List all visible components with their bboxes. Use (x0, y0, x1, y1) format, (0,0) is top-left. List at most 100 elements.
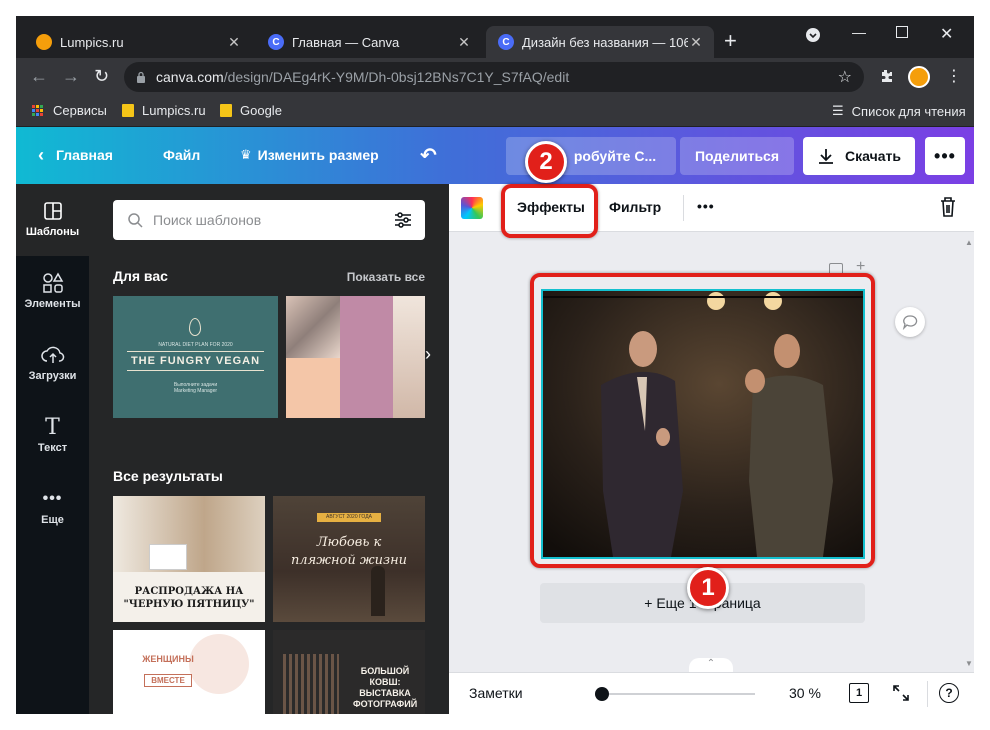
bookmark-label: Google (240, 103, 282, 118)
trash-icon[interactable] (939, 196, 957, 221)
help-button[interactable]: ? (939, 683, 959, 703)
sidebar-item-label: Текст (37, 442, 68, 454)
bookmark-google[interactable]: Google (220, 103, 282, 118)
reading-list-button[interactable]: ☰ Список для чтения (832, 103, 966, 119)
bookmark-label: Lumpics.ru (142, 103, 206, 118)
close-icon[interactable]: ✕ (688, 34, 704, 51)
vegan-sub-text: Выполните задачи Marketing Manager (173, 382, 218, 394)
lumpics-favicon-icon (36, 34, 52, 50)
carousel-next-icon[interactable]: › (425, 344, 431, 365)
extensions-icon[interactable] (878, 68, 894, 88)
lock-icon (137, 71, 145, 83)
template-search-input[interactable]: Поиск шаблонов (113, 200, 425, 240)
vegan-title-wrap: THE FUNGRY VEGAN (113, 351, 278, 371)
minimize-button[interactable]: — (852, 24, 866, 40)
reload-icon[interactable]: ↻ (94, 66, 109, 86)
sidebar-item-label: Шаблоны (25, 226, 80, 238)
sidebar-item-label: Еще (41, 514, 64, 526)
sidebar-item-more[interactable]: ••• Еще (16, 472, 89, 544)
profile-avatar[interactable] (908, 66, 930, 88)
text-icon: T (45, 414, 60, 440)
page-count-button[interactable]: 1 (849, 683, 869, 703)
close-icon[interactable]: ✕ (456, 34, 472, 51)
editor-scrollbar[interactable]: ▲ ▼ (965, 238, 973, 668)
address-bar[interactable]: canva.com/design/DAEg4rK-Y9M/Dh-0bsj12BN… (124, 62, 864, 92)
try-pro-label: робуйте С... (573, 148, 657, 164)
expand-pages-button[interactable]: ⌃ (689, 658, 733, 672)
zoom-slider-track[interactable] (595, 693, 755, 695)
scroll-up-icon[interactable]: ▲ (965, 238, 973, 247)
undo-icon[interactable]: ↶ (420, 143, 437, 168)
sidebar-item-uploads[interactable]: Загрузки (16, 328, 89, 400)
filter-sliders-icon[interactable] (393, 211, 413, 229)
bottom-divider (927, 681, 928, 707)
vegan-small-text: NATURAL DIET PLAN FOR 2020 (158, 342, 233, 348)
annotation-box-image (530, 273, 875, 568)
template-thumb-collage[interactable] (286, 296, 425, 418)
template-thumb-black-friday[interactable]: РАСПРОДАЖА НА "ЧЕРНУЮ ПЯТНИЦУ" (113, 496, 265, 622)
filter-button[interactable]: Фильтр (609, 199, 661, 215)
bookmark-label: Сервисы (53, 103, 107, 118)
close-icon[interactable]: ✕ (226, 34, 242, 51)
tab-lumpics[interactable]: Lumpics.ru ✕ (24, 26, 252, 58)
notes-button[interactable]: Заметки (469, 685, 523, 701)
sidebar-item-label: Загрузки (28, 370, 77, 382)
forward-arrow-icon[interactable]: → (62, 66, 80, 86)
template-thumb-women[interactable]: ЖЕНЩИНЫ ВМЕСТЕ (113, 630, 265, 714)
home-link[interactable]: ‹ Главная (38, 146, 113, 164)
file-label: Файл (163, 147, 201, 163)
collage-next-photo (393, 296, 425, 418)
share-button[interactable]: Поделиться (680, 137, 794, 175)
tab-strip: Lumpics.ru ✕ C Главная — Canva ✕ C Дизай… (16, 16, 974, 58)
all-results-heading: Все результаты (113, 468, 223, 484)
banana-icon (189, 318, 201, 336)
tab-canva-home[interactable]: C Главная — Canva ✕ (256, 26, 482, 58)
browser-window: Lumpics.ru ✕ C Главная — Canva ✕ C Дизай… (16, 16, 974, 714)
maximize-button[interactable] (896, 26, 908, 38)
folder-icon (220, 104, 232, 117)
collage-photo (286, 296, 340, 358)
browser-menu-icon[interactable]: ⋮ (946, 66, 962, 86)
scroll-down-icon[interactable]: ▼ (965, 659, 973, 668)
download-button[interactable]: Скачать (803, 137, 915, 175)
more-options-button[interactable]: ••• (925, 137, 965, 175)
fullscreen-icon[interactable] (891, 683, 911, 706)
tab-title: Lumpics.ru (60, 34, 124, 50)
folder-icon (122, 104, 134, 117)
layout-icon (16, 200, 89, 222)
beach-love-title: Любовь к пляжной жизни (290, 535, 408, 568)
sidebar-item-elements[interactable]: Элементы (16, 256, 89, 328)
black-friday-line1: РАСПРОДАЖА НА (134, 586, 244, 597)
template-thumb-vegan[interactable]: NATURAL DIET PLAN FOR 2020 THE FUNGRY VE… (113, 296, 278, 418)
color-picker-icon[interactable] (461, 197, 483, 219)
resize-button[interactable]: ♛ Изменить размер (240, 147, 379, 163)
file-menu[interactable]: Файл (163, 147, 200, 163)
download-label: Скачать (845, 148, 901, 164)
women-line1: ЖЕНЩИНЫ (142, 654, 194, 664)
new-tab-button[interactable]: + (724, 30, 737, 52)
bookmarks-bar: Сервисы Lumpics.ru Google ☰ Список для ч… (16, 96, 974, 126)
zoom-slider-knob[interactable] (594, 687, 609, 701)
template-thumb-expo[interactable]: БОЛЬШОЙ КОВШ: ВЫСТАВКА ФОТОГРАФИЙ (273, 630, 425, 714)
share-label: Поделиться (694, 148, 780, 164)
tab-title: Дизайн без названия — 1066 (522, 34, 688, 50)
add-comment-button[interactable] (895, 307, 925, 337)
more-label: ••• (934, 145, 956, 166)
bookmark-services[interactable]: Сервисы (32, 103, 107, 118)
tab-design[interactable]: C Дизайн без названия — 1066 ✕ (486, 26, 714, 58)
show-all-link[interactable]: Показать все (347, 270, 425, 284)
more-tools-button[interactable]: ••• (697, 198, 715, 214)
sidebar-item-text[interactable]: T Текст (16, 400, 89, 472)
bookmark-star-icon[interactable]: ☆ (838, 67, 852, 87)
sidebar-item-templates[interactable]: Шаблоны (16, 184, 89, 256)
zoom-value[interactable]: 30 % (789, 685, 821, 701)
tab-search-button[interactable] (806, 28, 820, 42)
collage-column (340, 296, 393, 418)
bookmark-lumpics[interactable]: Lumpics.ru (122, 103, 206, 118)
back-arrow-icon[interactable]: ← (30, 66, 48, 86)
toolbar-divider (683, 195, 684, 221)
apps-grid-icon (32, 105, 43, 116)
close-window-button[interactable]: ✕ (940, 24, 953, 44)
template-thumb-beach-love[interactable]: АВГУСТ 2020 ГОДА Любовь к пляжной жизни (273, 496, 425, 622)
black-friday-line2: "ЧЕРНУЮ ПЯТНИЦУ" (123, 599, 255, 610)
